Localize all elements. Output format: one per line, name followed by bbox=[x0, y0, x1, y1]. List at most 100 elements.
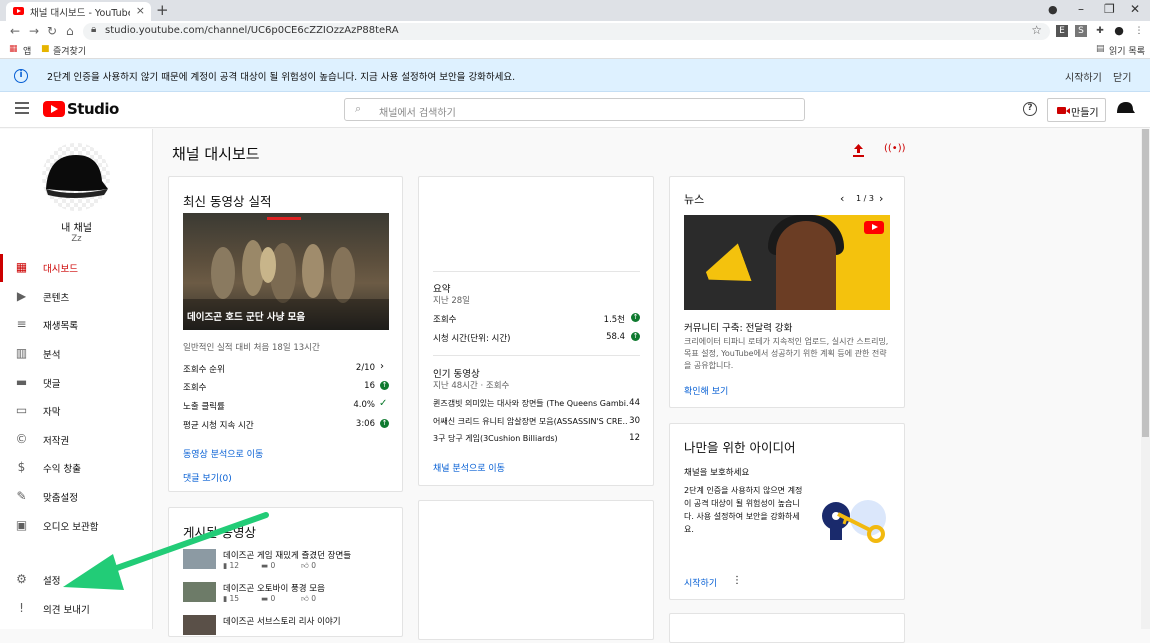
video-thumbnail[interactable]: 데이즈곤 호드 군단 사냥 모음 bbox=[183, 213, 389, 330]
bookmark-star-icon[interactable]: ☆ bbox=[1031, 23, 1042, 37]
dashboard-icon: ▦ bbox=[15, 260, 28, 274]
live-stream-icon[interactable]: ((•)) bbox=[884, 143, 906, 154]
news-pager: 1 / 3 bbox=[856, 194, 874, 203]
list-item[interactable]: 데이즈곤 오토바이 풍경 모음 ▮ 15 ▬ 0 👍︎ 0 bbox=[183, 582, 383, 604]
account-avatar-icon[interactable] bbox=[1115, 100, 1135, 118]
notice-start-button[interactable]: 시작하기 bbox=[1065, 69, 1102, 84]
sidebar-item-content[interactable]: ▶ 콘텐츠 bbox=[0, 283, 152, 311]
sidebar-item-copyright[interactable]: © 저작권 bbox=[0, 426, 152, 454]
address-bar: ← → ↻ ⌂ 🔒︎ studio.youtube.com/channel/UC… bbox=[0, 21, 1150, 42]
browser-menu-icon[interactable]: ⋮ bbox=[1133, 25, 1145, 37]
sidebar-item-dashboard[interactable]: ▦ 대시보드 bbox=[0, 254, 152, 282]
window-close-icon[interactable]: ✕ bbox=[1130, 2, 1140, 16]
sidebar-item-playlists[interactable]: ≡ 재생목록 bbox=[0, 311, 152, 339]
puzzle-icon[interactable]: ✚ bbox=[1094, 25, 1106, 37]
minimize-icon[interactable]: – bbox=[1078, 2, 1084, 16]
list-item[interactable]: 데이즈곤 게임 재밌게 즐겼던 장면들 ▮ 12 ▬ 0 👍︎ 0 bbox=[183, 549, 383, 571]
video-analytics-link[interactable]: 동영상 분석으로 이동 bbox=[183, 447, 263, 460]
extension-icon[interactable]: E bbox=[1056, 25, 1068, 37]
view-comments-link[interactable]: 댓글 보기(0) bbox=[183, 471, 232, 484]
browser-tab[interactable]: 채널 대시보드 - YouTube Studio × bbox=[6, 2, 151, 21]
sidebar-item-settings[interactable]: ⚙ 설정 bbox=[0, 566, 152, 594]
chevron-right-icon[interactable]: › bbox=[380, 361, 384, 372]
back-icon[interactable]: ← bbox=[10, 24, 20, 38]
ideas-card: 나만을 위한 아이디어 채널을 보호하세요 2단계 인증을 사용하지 않으면 계… bbox=[669, 423, 905, 600]
up-arrow-icon: ↑ bbox=[380, 381, 389, 390]
views-label: 조회수 bbox=[183, 383, 207, 393]
sidebar-item-audio-library[interactable]: ▣ 오디오 보관함 bbox=[0, 512, 152, 540]
content-icon: ▶ bbox=[16, 289, 27, 303]
top-video-title[interactable]: 3구 당구 게임(3Cushion Billiards) bbox=[433, 433, 628, 444]
video-camera-icon bbox=[1057, 107, 1070, 114]
top-video-title[interactable]: 퀸즈갬빗 의미있는 대사와 장면들 (The Queens Gambi... bbox=[433, 398, 628, 409]
lock-icon[interactable]: 🔒︎ bbox=[91, 24, 96, 35]
sidebar-item-label: 자막 bbox=[43, 407, 61, 418]
new-tab-button[interactable]: + bbox=[156, 1, 169, 19]
info-icon: i bbox=[14, 69, 28, 83]
profile-icon[interactable]: ● bbox=[1048, 3, 1058, 16]
more-options-icon[interactable]: ⋮ bbox=[732, 575, 742, 586]
url-field[interactable]: 🔒︎ studio.youtube.com/channel/UC6p0CE6cZ… bbox=[83, 23, 1050, 40]
home-icon[interactable]: ⌂ bbox=[66, 24, 74, 38]
up-arrow-icon: ↑ bbox=[631, 332, 640, 341]
help-icon[interactable]: ? bbox=[1023, 102, 1037, 116]
forward-icon[interactable]: → bbox=[29, 24, 39, 38]
youtube-logo-icon bbox=[864, 221, 884, 234]
studio-header: Studio ⌕ 채널에서 검색하기 ? 만들기 bbox=[0, 92, 1150, 128]
create-button[interactable]: 만들기 bbox=[1047, 98, 1106, 122]
top-video-title[interactable]: 어쌔신 크리드 유니티 암살장면 모음(ASSASSIN'S CRE... bbox=[433, 416, 628, 427]
sidebar-item-comments[interactable]: ▬ 댓글 bbox=[0, 369, 152, 397]
studio-logo-text[interactable]: Studio bbox=[67, 100, 119, 118]
comments-count: 0 bbox=[270, 561, 276, 570]
list-item[interactable]: 데이즈곤 서브스토리 리사 이야기 bbox=[183, 615, 383, 637]
sidebar-item-customization[interactable]: ✎ 맞춤설정 bbox=[0, 483, 152, 511]
reading-list[interactable]: 읽기 목록 bbox=[1109, 44, 1145, 57]
news-link[interactable]: 확인해 보기 bbox=[684, 384, 728, 397]
upload-icon[interactable] bbox=[852, 143, 865, 157]
hamburger-menu-icon[interactable] bbox=[15, 102, 29, 114]
watch-time-label: 시청 시간(단위: 시간) bbox=[433, 334, 511, 344]
scrollbar[interactable] bbox=[1141, 129, 1150, 629]
chevron-right-icon[interactable]: › bbox=[879, 192, 883, 205]
key-lock-icon bbox=[822, 500, 886, 543]
search-icon: ⌕ bbox=[355, 102, 362, 115]
sidebar-item-label: 분석 bbox=[43, 350, 61, 361]
bookmark-favorites[interactable]: 즐겨찾기 bbox=[53, 44, 86, 57]
avd-label: 평균 시청 지속 시간 bbox=[183, 421, 254, 431]
search-input[interactable]: ⌕ 채널에서 검색하기 bbox=[344, 98, 805, 121]
news-image[interactable] bbox=[684, 215, 890, 310]
reload-icon[interactable]: ↻ bbox=[47, 24, 57, 38]
gear-icon: ⚙ bbox=[16, 572, 27, 586]
youtube-logo-icon[interactable] bbox=[43, 101, 65, 117]
up-arrow-icon: ↑ bbox=[631, 313, 640, 322]
chevron-left-icon[interactable]: ‹ bbox=[840, 192, 844, 205]
channel-avatar[interactable] bbox=[42, 143, 110, 211]
ideas-start-link[interactable]: 시작하기 bbox=[684, 576, 717, 589]
sidebar-item-analytics[interactable]: ▥ 분석 bbox=[0, 340, 152, 368]
channel-analytics-card: 요약 지난 28일 조회수 1.5천 ↑ 시청 시간(단위: 시간) 58.4 … bbox=[418, 176, 654, 486]
sidebar-item-subtitles[interactable]: ▭ 자막 bbox=[0, 397, 152, 425]
apps-grid-icon[interactable]: ▦ bbox=[9, 44, 18, 54]
bookmark-apps[interactable]: 앱 bbox=[23, 44, 31, 57]
extension-s-icon[interactable]: S bbox=[1075, 25, 1087, 37]
close-tab-icon[interactable]: × bbox=[136, 4, 145, 17]
restore-icon[interactable]: ❐ bbox=[1104, 2, 1115, 16]
sidebar-item-feedback[interactable]: ! 의견 보내기 bbox=[0, 595, 152, 623]
notice-close-button[interactable]: 닫기 bbox=[1113, 69, 1131, 84]
feedback-icon: ! bbox=[19, 601, 24, 615]
scrollbar-thumb[interactable] bbox=[1142, 129, 1149, 437]
account-cap-icon[interactable]: ● bbox=[1113, 25, 1125, 37]
megaphone-graphic bbox=[700, 243, 751, 294]
channel-analytics-link[interactable]: 채널 분석으로 이동 bbox=[433, 461, 505, 474]
summary-period: 지난 28일 bbox=[433, 296, 470, 306]
sidebar-item-monetization[interactable]: $ 수익 창출 bbox=[0, 454, 152, 482]
channel-name: 내 채널 bbox=[61, 223, 92, 234]
sidebar-item-label: 맞춤설정 bbox=[43, 493, 78, 504]
check-circle-icon: ✓ bbox=[379, 398, 388, 409]
views-value: 16 bbox=[364, 381, 375, 391]
analytics-icon: ▥ bbox=[15, 346, 28, 360]
comments-stat: ▬ 0 bbox=[261, 561, 276, 570]
subtitles-icon: ▭ bbox=[15, 403, 28, 417]
card-title: 최신 동영상 실적 bbox=[183, 194, 272, 209]
sidebar-item-label: 오디오 보관함 bbox=[43, 522, 99, 533]
